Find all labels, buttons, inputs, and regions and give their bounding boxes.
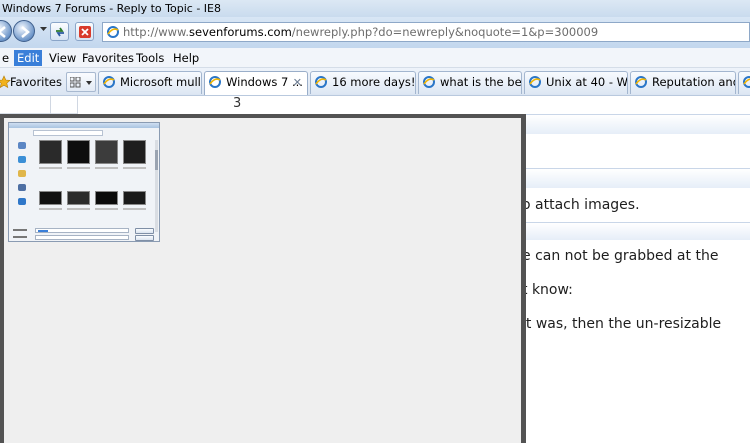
post-text-line: e can not be grabbed at the	[522, 248, 719, 264]
favorites-tab-bar: Favorites Microsoft mulli... Windows 7 .…	[0, 68, 750, 96]
image-thumbnail	[39, 191, 62, 205]
forward-arrow-icon	[21, 26, 30, 38]
favorites-label: Favorites	[10, 75, 62, 89]
libraries-icon	[18, 170, 26, 177]
dialog-toolbar	[11, 130, 157, 138]
ie-page-icon	[209, 76, 221, 88]
image-thumbnail	[123, 140, 146, 164]
menu-favorites[interactable]: Favorites	[79, 50, 137, 66]
star-icon	[0, 75, 11, 89]
window-title: Windows 7 Forums - Reply to Topic - IE8	[0, 0, 750, 17]
filename-field	[35, 228, 129, 233]
tab-unix-at-40[interactable]: Unix at 40 - Wi...	[524, 71, 628, 94]
tab-16-more-days[interactable]: 16 more days!! ...	[310, 71, 416, 94]
recent-places-icon	[18, 142, 26, 149]
tab-label: 16 more days!! ...	[332, 75, 416, 89]
stop-icon	[79, 26, 91, 38]
embedded-screenshot	[0, 114, 526, 443]
image-thumbnail	[67, 140, 90, 164]
thumbnail-caption	[39, 208, 62, 210]
menu-help[interactable]: Help	[170, 50, 202, 66]
tab-label: Unix at 40 - Wi...	[546, 75, 628, 89]
computer-icon	[18, 184, 26, 191]
address-bar-row: http://www.sevenforums.com/newreply.php?…	[0, 17, 750, 48]
thumbnail-caption	[95, 167, 118, 169]
menu-file[interactable]: e	[0, 50, 12, 66]
thumbnail-caption	[123, 167, 146, 169]
quick-tabs-button[interactable]	[66, 72, 96, 92]
tab-label: Reputation and...	[652, 75, 735, 89]
dialog-footer	[11, 227, 157, 241]
menu-bar: e Edit View Favorites Tools Help	[0, 48, 750, 68]
tab-label: Microsoft mulli...	[120, 75, 201, 89]
page-left-cell	[50, 96, 78, 114]
tab-reputation[interactable]: Reputation and...	[630, 71, 736, 94]
recent-pages-dropdown[interactable]	[37, 22, 48, 41]
page-left-strip	[0, 96, 78, 114]
ie-page-icon	[635, 76, 647, 88]
ie-page-icon	[315, 76, 327, 88]
ie-page-icon	[107, 26, 119, 38]
screenshot-canvas	[4, 118, 521, 443]
scroll-thumb	[155, 150, 158, 170]
tab-label: what is the best...	[440, 75, 522, 89]
dialog-path-field	[33, 130, 103, 136]
thumbnail-caption	[123, 208, 146, 210]
tab-label: Windows 7 ...	[226, 75, 303, 89]
address-text: http://www.sevenforums.com/newreply.php?…	[123, 25, 599, 39]
forward-button[interactable]	[13, 20, 35, 42]
dialog-titlebar	[9, 123, 159, 128]
page-digit: 3	[233, 96, 242, 111]
favorites-button[interactable]: Favorites	[0, 73, 62, 91]
image-thumbnail	[95, 140, 118, 164]
back-button[interactable]	[0, 20, 12, 42]
thumbnail-caption	[39, 167, 62, 169]
back-arrow-icon	[0, 26, 6, 38]
image-thumbnail	[67, 191, 90, 205]
menu-tools[interactable]: Tools	[133, 50, 167, 66]
post-text-line: o attach images.	[522, 197, 640, 213]
close-tab-icon[interactable]: ✕	[293, 72, 302, 93]
post-text-line: it was, then the un-resizable	[522, 316, 722, 332]
dialog-scrollbar	[155, 140, 158, 232]
desktop-icon	[18, 156, 26, 163]
ie-page-icon	[423, 76, 435, 88]
post-text-line: t know:	[522, 282, 573, 298]
image-thumbnail	[123, 191, 146, 205]
tab-microsoft[interactable]: Microsoft mulli...	[98, 71, 202, 94]
post-header-band	[520, 222, 750, 240]
image-thumbnail	[39, 140, 62, 164]
filetype-label	[13, 236, 27, 238]
address-input[interactable]: http://www.sevenforums.com/newreply.php?…	[102, 22, 750, 42]
ie-page-icon	[743, 76, 750, 88]
image-thumbnail	[95, 191, 118, 205]
open-button	[135, 228, 154, 234]
ie-page-icon	[103, 76, 115, 88]
chevron-down-icon	[40, 27, 47, 31]
dialog-sidebar	[11, 140, 33, 220]
ie-page-icon	[529, 76, 541, 88]
tab-what-is-best[interactable]: what is the best...	[418, 71, 522, 94]
open-file-dialog	[8, 122, 160, 242]
quick-tabs-icon	[70, 77, 92, 88]
refresh-button[interactable]	[50, 22, 69, 41]
post-header-band	[520, 114, 750, 134]
tab-new-partial[interactable]	[738, 71, 750, 94]
post-header-band	[520, 168, 750, 188]
stop-button[interactable]	[75, 22, 94, 41]
thumbnail-caption	[67, 167, 90, 169]
cancel-button	[135, 235, 154, 241]
filename-label	[13, 229, 27, 231]
thumbnail-caption	[67, 208, 90, 210]
network-icon	[18, 198, 26, 205]
refresh-icon	[56, 27, 64, 37]
menu-edit[interactable]: Edit	[14, 50, 43, 66]
tab-windows7[interactable]: Windows 7 ... ✕	[204, 71, 308, 95]
thumbnail-caption	[95, 208, 118, 210]
filetype-field	[35, 235, 129, 240]
menu-view[interactable]: View	[46, 50, 79, 66]
